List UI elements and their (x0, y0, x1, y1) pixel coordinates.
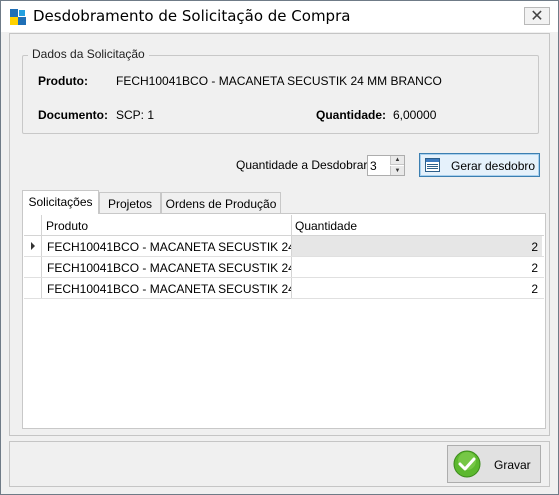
tab-projetos-label: Projetos (107, 197, 153, 211)
documento-value: SCP: 1 (116, 108, 155, 122)
row-indicator-header (24, 215, 42, 236)
dados-legend: Dados da Solicitação (28, 47, 149, 61)
cell-quantidade[interactable]: 2 (292, 236, 542, 256)
grid-list-icon (425, 158, 440, 172)
column-header-quantidade[interactable]: Quantidade (292, 215, 544, 236)
cell-quantidade[interactable]: 2 (292, 278, 542, 298)
row-indicator (24, 236, 42, 256)
close-icon: ✕ (530, 6, 544, 25)
cell-produto[interactable]: FECH10041BCO - MACANETA SECUSTIK 24 MM..… (43, 257, 292, 277)
gravar-button[interactable]: Gravar (447, 445, 541, 483)
quantidade-desdobrar-spinner: ▲ ▼ (367, 155, 405, 176)
tab-ordens-producao-label: Ordens de Produção (165, 197, 277, 211)
gerar-desdobro-button[interactable]: Gerar desdobro (419, 153, 540, 177)
spin-up-button[interactable]: ▲ (390, 156, 404, 165)
table-row[interactable]: FECH10041BCO - MACANETA SECUSTIK 24 MM..… (24, 236, 544, 257)
tab-ordens-producao[interactable]: Ordens de Produção (161, 192, 281, 214)
cell-produto[interactable]: FECH10041BCO - MACANETA SECUSTIK 24 MM..… (43, 278, 292, 298)
gerar-desdobro-label: Gerar desdobro (451, 159, 536, 173)
dialog-window: Desdobramento de Solicitação de Compra ✕… (0, 0, 559, 495)
check-circle-icon (453, 450, 481, 478)
chevron-down-icon: ▼ (394, 167, 401, 174)
grid-header: Produto Quantidade (24, 215, 544, 236)
tab-projetos[interactable]: Projetos (99, 192, 161, 214)
tab-content-solicitacoes: Produto Quantidade FECH10041BCO - MACANE… (22, 213, 546, 429)
tab-solicitacoes[interactable]: Solicitações (22, 190, 99, 214)
quantidade-label: Quantidade: (316, 108, 387, 122)
tab-solicitacoes-label: Solicitações (28, 195, 93, 209)
produto-value: FECH10041BCO - MACANETA SECUSTIK 24 MM B… (116, 74, 442, 88)
close-button[interactable]: ✕ (524, 7, 550, 25)
produto-label: Produto: (38, 74, 88, 88)
gravar-label: Gravar (494, 458, 531, 472)
solicitacoes-grid: Produto Quantidade FECH10041BCO - MACANE… (24, 215, 544, 427)
spin-down-button[interactable]: ▼ (390, 166, 404, 175)
title-bar: Desdobramento de Solicitação de Compra ✕ (1, 1, 558, 32)
quantidade-desdobrar-input[interactable] (368, 156, 390, 175)
app-logo-icon (10, 9, 26, 25)
chevron-up-icon: ▲ (394, 157, 401, 163)
quantidade-value: 6,00000 (393, 108, 437, 122)
row-indicator (24, 278, 42, 298)
cell-quantidade[interactable]: 2 (292, 257, 542, 277)
cell-produto[interactable]: FECH10041BCO - MACANETA SECUSTIK 24 MM..… (43, 236, 292, 256)
row-indicator (24, 257, 42, 277)
row-pointer-icon (31, 242, 35, 250)
quantidade-desdobrar-label: Quantidade a Desdobrar: (236, 158, 371, 172)
dados-groupbox (22, 55, 539, 134)
documento-label: Documento: (38, 108, 108, 122)
window-title: Desdobramento de Solicitação de Compra (33, 7, 351, 25)
table-row[interactable]: FECH10041BCO - MACANETA SECUSTIK 24 MM..… (24, 257, 544, 278)
table-row[interactable]: FECH10041BCO - MACANETA SECUSTIK 24 MM..… (24, 278, 544, 299)
column-header-produto[interactable]: Produto (43, 215, 292, 236)
